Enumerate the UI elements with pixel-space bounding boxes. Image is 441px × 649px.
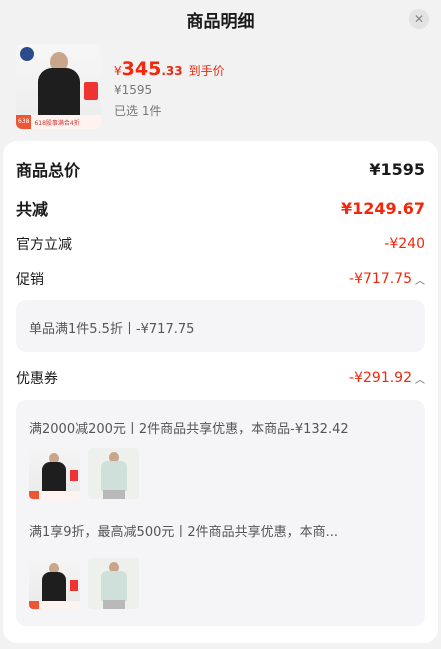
promo-detail-box: 单品满1件5.5折丨-¥717.75: [16, 300, 425, 352]
pants-shape: [103, 490, 125, 499]
total-value: ¥1595: [369, 159, 425, 179]
price-integer: 345: [121, 58, 162, 80]
total-label: 商品总价: [16, 161, 81, 180]
coupon-row[interactable]: 优惠券 -¥291.92 ︿: [16, 368, 425, 388]
coupon-product-thumb-polo[interactable]: [88, 448, 139, 499]
promo-sticker: [70, 470, 78, 481]
official-label: 官方立减: [16, 237, 72, 253]
image-banner: 638 618股事满合4折: [16, 115, 101, 129]
final-price: ¥ 345 .33 到手价: [114, 58, 225, 80]
product-summary: 638 618股事满合4折 ¥ 345 .33 到手价 ¥1595 已选 1件: [16, 44, 426, 130]
coupon-product-thumb-polo[interactable]: [88, 558, 139, 609]
reduction-row: 共减 ¥1249.67: [16, 196, 425, 220]
total-row: 商品总价 ¥1595: [16, 157, 425, 181]
promo-detail: 单品满1件5.5折丨-¥717.75: [29, 322, 195, 337]
polo-shape: [101, 571, 127, 601]
coupon-detail-1: 满2000减200元丨2件商品共享优惠，本商品-¥132.42: [29, 422, 349, 437]
promo-row[interactable]: 促销 -¥717.75 ︿: [16, 269, 425, 289]
price-suffix: 到手价: [188, 64, 225, 78]
product-image[interactable]: 638 618股事满合4折: [16, 44, 101, 129]
coupon-detail-2: 满1享9折，最高减500元丨2件商品共享优惠，本商...: [29, 525, 339, 540]
coupon-product-thumb-jacket[interactable]: [29, 558, 80, 609]
reduction-label: 共减: [16, 200, 49, 219]
polo-shape: [101, 461, 127, 491]
price-decimal: .33: [161, 64, 183, 78]
pants-shape: [103, 600, 125, 609]
promo-sticker: [84, 82, 98, 100]
chevron-up-icon[interactable]: ︿: [415, 371, 425, 386]
coupon-detail-box: 满2000减200元丨2件商品共享优惠，本商品-¥132.42 满1享9折，最高…: [16, 400, 425, 626]
brand-logo-icon: [20, 47, 34, 61]
image-banner-text: 618股事满合4折: [34, 119, 80, 127]
original-price: ¥1595: [114, 83, 153, 97]
page-title: 商品明细: [186, 11, 255, 32]
promo-value: -¥717.75: [349, 271, 412, 287]
image-badge-tag: 638: [16, 115, 32, 129]
official-row: 官方立减 -¥240: [16, 234, 425, 254]
reduction-value: ¥1249.67: [340, 198, 425, 218]
product-info: ¥ 345 .33 到手价 ¥1595 已选 1件: [114, 44, 225, 130]
promo-sticker: [70, 580, 78, 591]
currency-symbol: ¥: [114, 64, 122, 78]
chevron-up-icon[interactable]: ︿: [415, 272, 425, 287]
selected-count: 已选 1件: [114, 104, 162, 118]
official-value: -¥240: [384, 236, 425, 252]
coupon-label: 优惠券: [16, 371, 58, 387]
coupon-value: -¥291.92: [349, 370, 412, 386]
image-badge-tag: [29, 601, 39, 609]
header-bar: 商品明细 ✕: [0, 0, 441, 38]
price-detail-card: 商品总价 ¥1595 共减 ¥1249.67 官方立减 -¥240 促销 -¥7…: [3, 141, 438, 643]
close-icon[interactable]: ✕: [409, 9, 429, 29]
promo-label: 促销: [16, 272, 44, 288]
coupon-product-thumb-jacket[interactable]: [29, 448, 80, 499]
image-badge-tag: [29, 491, 39, 499]
